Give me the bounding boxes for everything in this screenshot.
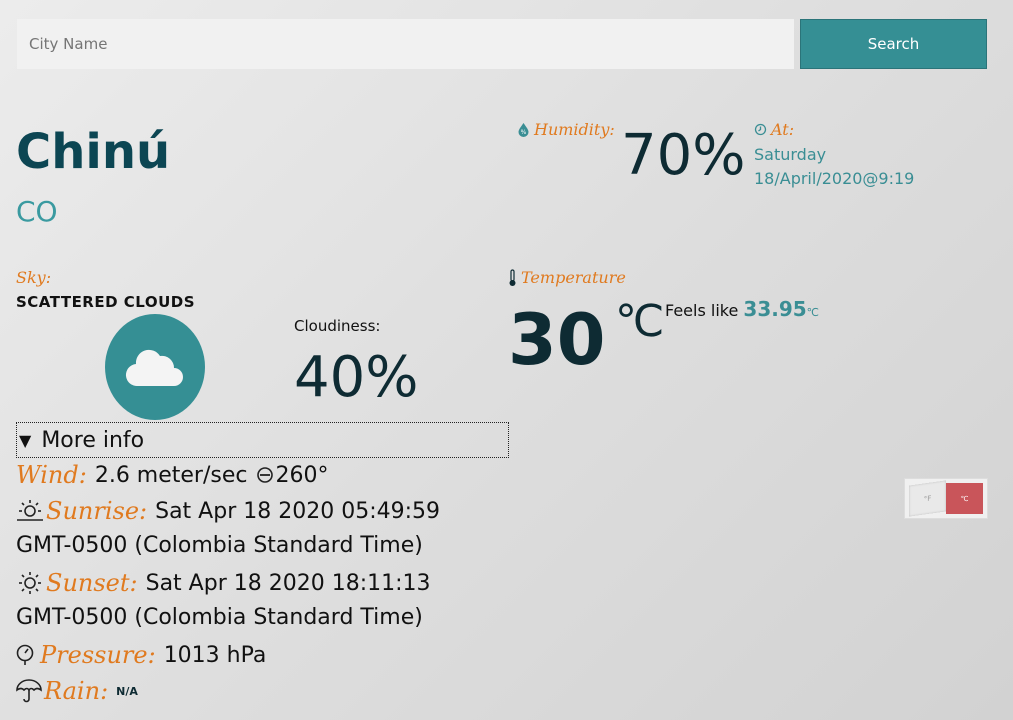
at-label-text: At: (771, 120, 795, 139)
sky-label: Sky: (16, 268, 52, 287)
thermometer-icon (508, 268, 517, 287)
svg-text:%: % (521, 129, 527, 136)
wind-row: Wind: 2.6 meter/sec 260° (16, 461, 329, 489)
temperature-unit: ℃ (615, 296, 665, 347)
pressure-value: 1013 hPa (163, 642, 267, 668)
rain-label: Rain: (44, 677, 109, 705)
pressure-gauge-icon (16, 644, 34, 666)
wind-value: 2.6 meter/sec (94, 462, 248, 488)
feels-like-value: 33.95 (743, 297, 807, 321)
rain-row: Rain: N/A (16, 677, 138, 705)
pressure-row: Pressure: 1013 hPa (16, 641, 266, 669)
cloudiness-label: Cloudiness: (294, 317, 381, 335)
sunrise-label: Sunrise: (46, 497, 148, 525)
unit-toggle[interactable]: °F ℃ (904, 478, 988, 519)
humidity-label-text: Humidity: (534, 120, 615, 139)
pressure-label: Pressure: (40, 641, 156, 669)
at-day: Saturday (754, 145, 827, 164)
humidity-drop-icon: % (517, 122, 530, 137)
sunset-value: Sat Apr 18 2020 18:11:13 (145, 570, 431, 596)
disclosure-triangle-icon: ▼ (19, 430, 32, 450)
more-info-label: More info (41, 427, 145, 453)
wind-direction-icon (256, 466, 274, 484)
temperature-label-text: Temperature (521, 268, 626, 287)
sunrise-row: Sunrise: Sat Apr 18 2020 05:49:59 (16, 497, 440, 525)
cloud-icon (125, 349, 183, 387)
sunrise-icon (16, 499, 44, 523)
at-label: At: (754, 120, 794, 139)
toggle-fahrenheit[interactable]: °F (909, 480, 946, 517)
sunset-timezone: GMT-0500 (Colombia Standard Time) (16, 605, 423, 630)
sunset-icon (16, 571, 44, 595)
toggle-celsius[interactable]: ℃ (946, 483, 983, 514)
wind-direction: 260° (275, 462, 329, 488)
temperature-value: 30 (508, 299, 606, 381)
rain-value: N/A (116, 684, 138, 698)
feels-like-label: Feels like (665, 301, 739, 320)
sunrise-timezone: GMT-0500 (Colombia Standard Time) (16, 533, 423, 558)
sunset-label: Sunset: (46, 569, 138, 597)
humidity-label: % Humidity: (517, 120, 615, 139)
feels-like-unit: ℃ (806, 306, 820, 319)
sky-description: SCATTERED CLOUDS (16, 293, 195, 311)
more-info-summary[interactable]: ▼ More info (16, 422, 509, 458)
country-code: CO (16, 195, 58, 228)
umbrella-icon (16, 679, 42, 703)
humidity-value: 70% (621, 123, 746, 188)
wind-label: Wind: (16, 461, 87, 489)
sunrise-value: Sat Apr 18 2020 05:49:59 (155, 498, 441, 524)
feels-like: Feels like 33.95℃ (665, 297, 819, 321)
cloudiness-value: 40% (294, 345, 419, 410)
at-date: 18/April/2020@9:19 (754, 169, 915, 188)
clock-icon (754, 123, 767, 136)
search-input[interactable] (17, 19, 794, 69)
city-name: Chinú (16, 124, 171, 180)
search-button[interactable]: Search (800, 19, 987, 69)
sunset-row: Sunset: Sat Apr 18 2020 18:11:13 (16, 569, 431, 597)
temperature-label: Temperature (508, 268, 626, 287)
weather-icon-badge (105, 314, 205, 420)
